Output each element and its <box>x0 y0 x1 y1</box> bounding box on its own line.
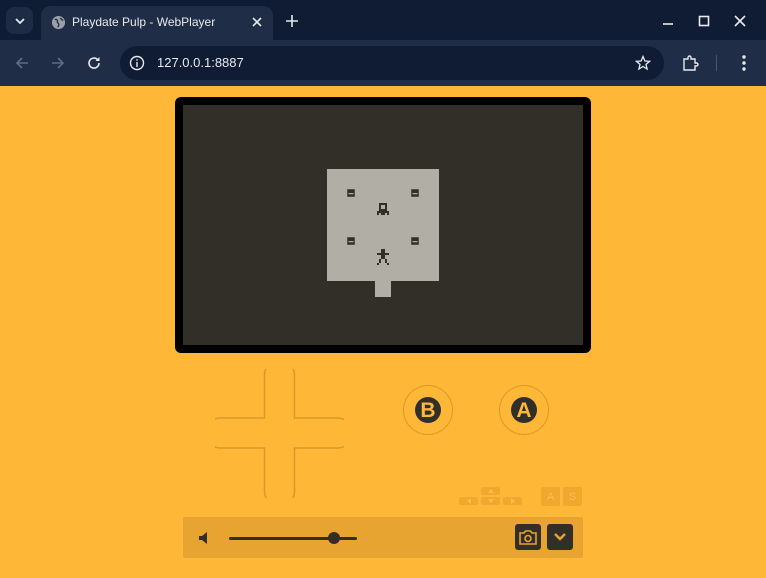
star-icon <box>635 55 651 71</box>
toolbar-divider <box>716 55 717 71</box>
triangle-right-icon <box>510 498 515 504</box>
a-button-label: A <box>511 397 537 423</box>
extensions-button[interactable] <box>679 52 701 74</box>
dpad[interactable] <box>215 369 344 498</box>
reload-icon <box>88 57 100 69</box>
s-key: S <box>563 487 582 506</box>
wall-block-sprite <box>411 189 419 197</box>
game-room-exit <box>375 281 391 297</box>
arrow-left-key <box>459 497 478 505</box>
tab-close-button[interactable] <box>249 14 265 30</box>
minimize-icon <box>663 23 673 25</box>
puzzle-icon <box>683 55 699 71</box>
screenshot-button[interactable] <box>515 524 541 550</box>
back-button[interactable] <box>11 52 33 74</box>
playdate-device: B A A S <box>0 86 766 578</box>
minimize-button[interactable] <box>658 11 678 31</box>
player-sprite <box>377 249 389 265</box>
chevron-down-icon <box>554 533 566 541</box>
globe-icon <box>51 15 66 30</box>
triangle-left-icon <box>466 498 471 504</box>
volume-slider[interactable] <box>229 532 357 544</box>
arrow-right-key <box>503 497 522 505</box>
close-icon <box>734 15 746 27</box>
close-window-button[interactable] <box>730 11 750 31</box>
forward-button[interactable] <box>47 52 69 74</box>
new-tab-button[interactable] <box>282 11 302 31</box>
bookmark-button[interactable] <box>634 54 652 72</box>
b-button-label: B <box>415 397 441 423</box>
wall-block-sprite <box>411 237 419 245</box>
options-dropdown-button[interactable] <box>547 524 573 550</box>
player-controls-bar <box>183 517 583 558</box>
b-button[interactable]: B <box>403 385 453 435</box>
address-bar[interactable]: 127.0.0.1:8887 <box>120 46 664 80</box>
volume-icon[interactable] <box>197 530 213 546</box>
camera-icon <box>519 530 537 545</box>
browser-menu-button[interactable] <box>733 52 755 74</box>
close-icon <box>252 17 262 27</box>
browser-tab[interactable]: Playdate Pulp - WebPlayer <box>41 6 273 40</box>
a-button[interactable]: A <box>499 385 549 435</box>
browser-toolbar: 127.0.0.1:8887 <box>0 40 766 86</box>
game-screen[interactable] <box>183 105 583 345</box>
wall-block-sprite <box>347 237 355 245</box>
url-text: 127.0.0.1:8887 <box>157 55 244 70</box>
arrow-left-icon <box>15 57 28 69</box>
maximize-button[interactable] <box>694 11 714 31</box>
chevron-down-icon <box>14 17 25 24</box>
maximize-icon <box>698 15 710 27</box>
tab-search-button[interactable] <box>6 7 33 34</box>
browser-title-bar: Playdate Pulp - WebPlayer <box>0 0 766 40</box>
plus-icon <box>286 15 298 27</box>
arrow-up-key <box>481 487 500 495</box>
info-icon <box>129 55 145 71</box>
tab-title: Playdate Pulp - WebPlayer <box>72 15 216 29</box>
playdate-console-sprite <box>377 203 389 215</box>
triangle-down-icon <box>487 499 494 503</box>
reload-button[interactable] <box>83 52 105 74</box>
arrow-right-icon <box>52 57 65 69</box>
triangle-up-icon <box>487 489 494 493</box>
more-vertical-icon <box>742 55 746 71</box>
screen-frame <box>175 97 591 353</box>
volume-slider-thumb[interactable] <box>327 532 340 544</box>
wall-block-sprite <box>347 189 355 197</box>
site-info-button[interactable] <box>128 54 146 72</box>
a-key: A <box>541 487 560 506</box>
arrow-down-key <box>481 497 500 505</box>
